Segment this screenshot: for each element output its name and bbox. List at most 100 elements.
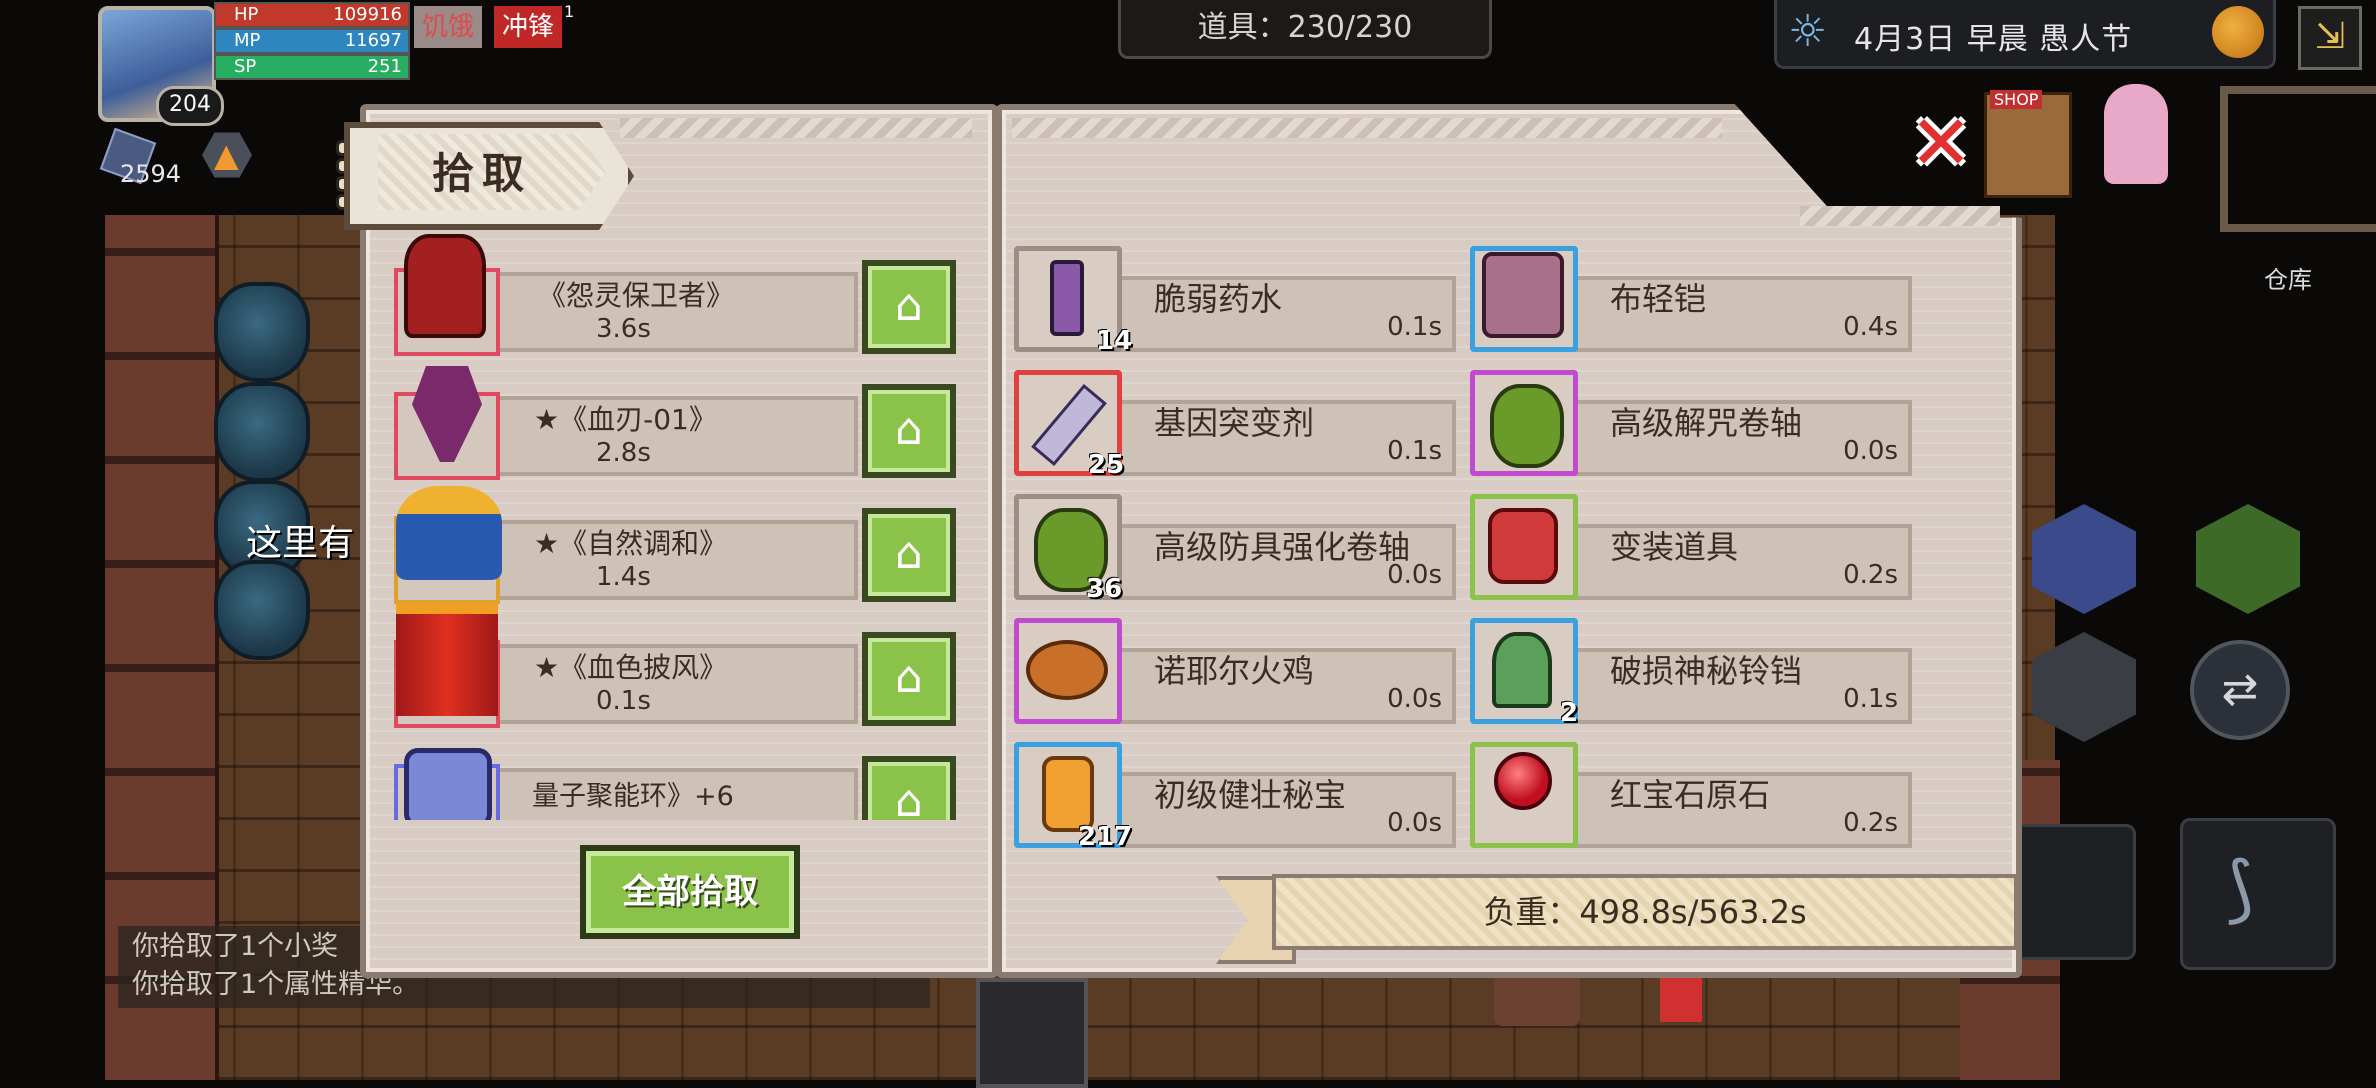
item-name: 脆弱药水: [1154, 280, 1283, 318]
warehouse-label: 仓库: [2264, 266, 2312, 294]
equip-icon: ⌂: [895, 652, 923, 703]
close-icon[interactable]: ✕: [1906, 105, 1976, 182]
weapon-hex-button[interactable]: [2196, 504, 2300, 614]
inventory-item[interactable]: 14 脆弱药水 0.1s: [1014, 246, 1460, 356]
equip-button[interactable]: ⌂: [862, 756, 956, 820]
item-weight: 0.1s: [1387, 312, 1442, 342]
load-weight: 负重：498.8s/563.2s: [1272, 874, 2018, 950]
pickup-row[interactable]: ★《血色披风》 0.1s ⌂: [388, 604, 968, 728]
equip-button[interactable]: ⌂: [862, 632, 956, 726]
minimap[interactable]: [2220, 86, 2376, 232]
bow-icon: ⟆: [2226, 846, 2255, 930]
item-weight: 0.2s: [1843, 560, 1898, 590]
date-text: 4月3日 早晨 愚人节: [1854, 22, 2133, 57]
item-count: 2: [1560, 698, 1579, 728]
item-weight: 0.0s: [1387, 684, 1442, 714]
status-charge-count: 1: [564, 2, 575, 21]
pickup-all-button[interactable]: 全部拾取: [580, 845, 800, 939]
inventory-item[interactable]: 25 基因突变剂 0.1s: [1014, 370, 1460, 480]
storage-pot: [214, 382, 310, 482]
exit-button[interactable]: ⇲: [2298, 6, 2362, 70]
fire-glyph: ▲: [214, 136, 239, 174]
red-cape-icon: [396, 604, 498, 716]
sp-label: SP: [234, 56, 257, 77]
item-name: 高级解咒卷轴: [1610, 404, 1803, 442]
pickup-title: 拾取: [432, 149, 533, 198]
floor-item: [1494, 970, 1580, 1026]
resource-count: 2594: [120, 160, 182, 188]
sp-value: 251: [367, 56, 402, 77]
turkey-icon: [1026, 640, 1108, 700]
ruby-icon: [1494, 752, 1552, 810]
npc-speech: 这里有: [246, 523, 355, 564]
bell-icon: [1492, 632, 1552, 708]
hp-value: 109916: [333, 4, 402, 25]
item-weight: 0.0s: [1387, 808, 1442, 838]
swap-button[interactable]: ⇄: [2190, 640, 2290, 740]
item-weight: 1.4s: [596, 562, 651, 592]
item-name: 基因突变剂: [1154, 404, 1315, 442]
equip-icon: ⌂: [895, 404, 923, 455]
item-count: 14: [1096, 326, 1133, 356]
item-count: 25: [1088, 450, 1125, 480]
red-gauntlet-icon: [404, 234, 486, 338]
panel-zigzag: [620, 118, 972, 138]
pickup-row[interactable]: ★《血刃-01》 2.8s ⌂: [388, 356, 968, 480]
status-hunger[interactable]: 饥饿: [414, 6, 483, 48]
inventory-item[interactable]: 布轻铠 0.4s: [1470, 246, 1916, 356]
equip-button[interactable]: ⌂: [862, 508, 956, 602]
bow-slot-button[interactable]: [2180, 818, 2336, 970]
inventory-item[interactable]: 红宝石原石 0.2s: [1470, 742, 1916, 852]
storage-pot: [214, 560, 310, 660]
item-name: ★《自然调和》: [534, 527, 728, 560]
quantum-ring-icon: [404, 748, 492, 820]
orange-gem-icon: [1042, 756, 1094, 832]
equip-button[interactable]: ⌂: [862, 384, 956, 478]
disguise-icon: [1488, 508, 1558, 584]
hp-label: HP: [234, 4, 259, 25]
pickup-row[interactable]: 量子聚能环》+6 ⌂: [388, 728, 968, 820]
equip-icon: ⌂: [895, 776, 923, 820]
item-count: 36: [1086, 574, 1123, 604]
item-name: 量子聚能环》+6: [532, 781, 734, 812]
item-name: 变装道具: [1610, 528, 1739, 566]
item-name: 诺耶尔火鸡: [1154, 652, 1315, 690]
item-weight: 0.2s: [1843, 808, 1898, 838]
item-name: 布轻铠: [1610, 280, 1707, 318]
pickup-row[interactable]: 《怨灵保卫者》 3.6s ⌂: [388, 232, 968, 356]
item-count: 217: [1078, 822, 1133, 852]
item-name: 高级防具强化卷轴: [1154, 528, 1411, 566]
pickup-list[interactable]: 《怨灵保卫者》 3.6s ⌂ ★《血刃-01》 2.8s ⌂ ★《自然调和》 1…: [388, 232, 968, 820]
mp-value: 11697: [344, 30, 402, 51]
item-name: ★《血色披风》: [534, 651, 728, 684]
status-charge[interactable]: 冲锋: [494, 6, 563, 48]
inventory-item[interactable]: 217 初级健壮秘宝 0.0s: [1014, 742, 1460, 852]
item-weight: 0.1s: [596, 686, 651, 716]
floor-item: [1660, 976, 1702, 1022]
mp-bar: MP 11697: [214, 28, 410, 54]
inventory-item[interactable]: 高级解咒卷轴 0.0s: [1470, 370, 1916, 480]
inventory-item[interactable]: 诺耶尔火鸡 0.0s: [1014, 618, 1460, 728]
bunny-npc[interactable]: [2104, 84, 2168, 184]
equip-icon: ⌂: [895, 280, 923, 331]
inventory-item[interactable]: 2 破损神秘铃铛 0.1s: [1470, 618, 1916, 728]
sun-icon: ☼: [1788, 6, 1828, 57]
panel-zigzag: [1800, 206, 2000, 226]
item-weight: 0.0s: [1387, 560, 1442, 590]
item-weight: 2.8s: [596, 438, 651, 468]
panel-zigzag: [1012, 118, 1722, 138]
shop-label: SHOP: [1990, 90, 2043, 109]
item-weight: 0.0s: [1843, 436, 1898, 466]
pickup-row[interactable]: ★《自然调和》 1.4s ⌂: [388, 480, 968, 604]
globe-icon[interactable]: [2212, 6, 2264, 58]
equip-button[interactable]: ⌂: [862, 260, 956, 354]
sp-bar: SP 251: [214, 54, 410, 80]
inventory-item[interactable]: 36 高级防具强化卷轴 0.0s: [1014, 494, 1460, 604]
item-name: 《怨灵保卫者》: [538, 279, 735, 312]
inventory-item[interactable]: 变装道具 0.2s: [1470, 494, 1916, 604]
hp-bar: HP 109916: [214, 2, 410, 28]
blue-gold-helmet-icon: [396, 486, 502, 580]
mp-label: MP: [234, 30, 261, 51]
item-name: 初级健壮秘宝: [1154, 776, 1347, 814]
item-name: 红宝石原石: [1610, 776, 1771, 814]
